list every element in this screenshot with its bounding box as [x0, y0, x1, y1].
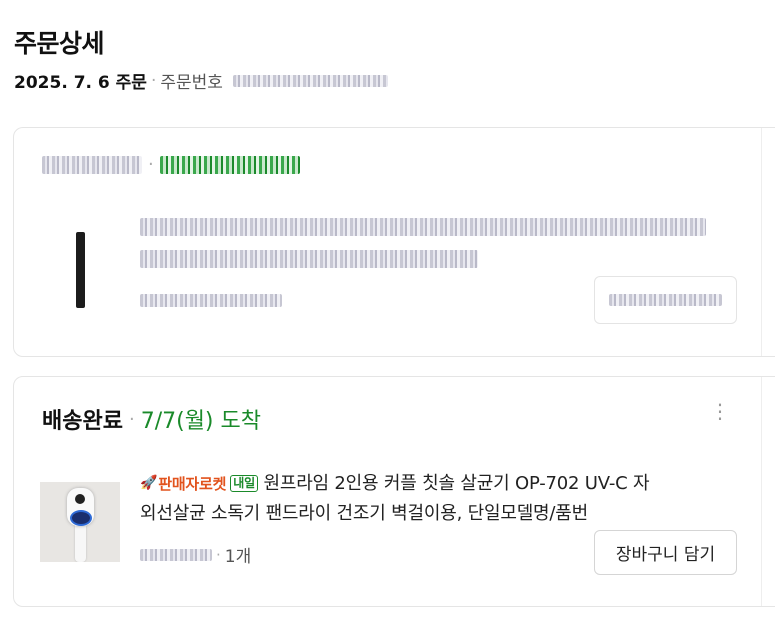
card-divider [761, 128, 762, 356]
order-item-card: 배송완료 · 7/7(월) 도착 ⋮ 🚀 판매자로켓 내일 원프라임 2인용 커… [13, 376, 775, 607]
price-quantity-row: · 1개 [140, 542, 251, 567]
rocket-icon: 🚀 [140, 475, 158, 491]
price-redacted [140, 548, 212, 561]
order-number-label: 주문번호 [160, 73, 223, 93]
add-to-cart-button[interactable]: 장바구니 담기 [594, 530, 737, 575]
order-date: 2025. 7. 6 주문 [14, 73, 147, 93]
more-vertical-icon[interactable]: ⋮ [710, 401, 730, 421]
order-meta: 2025. 7. 6 주문 · 주문번호 [14, 68, 388, 93]
product-title-redacted[interactable] [140, 250, 478, 268]
separator-dot: · [150, 70, 157, 91]
separator-dot: · [216, 545, 221, 564]
page-title: 주문상세 [14, 29, 105, 58]
separator-dot: · [148, 154, 154, 175]
next-day-badge: 내일 [230, 474, 258, 492]
seller-rocket-badge: 🚀 판매자로켓 내일 [140, 473, 258, 494]
price-quantity-redacted [140, 294, 282, 307]
product-title-line[interactable]: 🚀 판매자로켓 내일 원프라임 2인용 커플 칫솔 살균기 OP-702 UV-… [140, 469, 650, 495]
delivery-status-redacted [42, 155, 142, 174]
card-divider [761, 377, 762, 606]
arrival-date: 7/7(월) 도착 [140, 409, 261, 434]
product-thumbnail[interactable] [76, 232, 85, 308]
product-image-uv-ring [70, 510, 92, 526]
arrival-date-redacted [159, 155, 300, 174]
quantity: 1개 [224, 547, 252, 567]
order-item-card: · [13, 127, 775, 357]
add-to-cart-label-redacted [609, 294, 722, 306]
product-thumbnail[interactable] [40, 482, 120, 562]
rocket-label: 판매자로켓 [158, 474, 227, 493]
delivery-status-row: 배송완료 · 7/7(월) 도착 [42, 403, 261, 435]
product-title-redacted[interactable] [140, 218, 706, 236]
delivery-status-row: · [42, 154, 300, 175]
add-to-cart-button[interactable] [594, 276, 737, 324]
order-number-redacted [232, 74, 388, 87]
product-title-line[interactable]: 외선살균 소독기 팬드라이 건조기 벽걸이용, 단일모델명/품번 [140, 499, 588, 525]
product-title-text[interactable]: 외선살균 소독기 팬드라이 건조기 벽걸이용, 단일모델명/품번 [140, 503, 588, 524]
product-title-text[interactable]: 원프라임 2인용 커플 칫솔 살균기 OP-702 UV-C 자 [263, 473, 649, 494]
separator-dot: · [128, 408, 135, 430]
product-image-sensor [75, 494, 85, 504]
delivery-status: 배송완료 [42, 409, 123, 434]
